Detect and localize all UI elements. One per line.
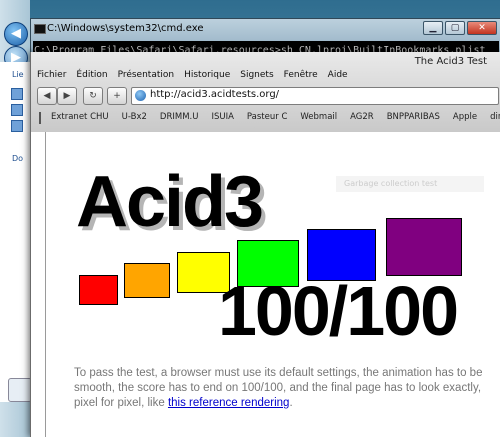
menu-help[interactable]: Aide <box>328 70 348 80</box>
safari-window: The Acid3 Test Fichier Édition Présentat… <box>30 52 500 437</box>
explorer-bottom-button[interactable] <box>8 378 32 402</box>
folder-icon[interactable] <box>11 104 23 116</box>
toolbar: ◀ ▶ ↻ + http://acid3.acidtests.org/ <box>37 85 499 107</box>
bookmark-item[interactable]: dir.c <box>490 110 500 126</box>
back-arrow-icon[interactable]: ◀ <box>4 22 28 46</box>
explorer-sidebar: Lie Do <box>0 62 31 402</box>
bookmark-item[interactable]: DRIMM.U <box>160 110 199 126</box>
folder-icon[interactable] <box>11 88 23 100</box>
bookmark-item[interactable]: AG2R <box>350 110 374 126</box>
url-text: http://acid3.acidtests.org/ <box>150 89 280 100</box>
explorer-label: Lie <box>12 70 24 79</box>
folder-icon[interactable] <box>11 120 23 132</box>
add-bookmark-button[interactable]: + <box>107 87 127 105</box>
reload-button[interactable]: ↻ <box>83 87 103 105</box>
globe-icon <box>135 90 146 101</box>
bookmarks-bar: Extranet CHU U-Bx2 DRIMM.U ISUIA Pasteur… <box>37 110 500 126</box>
safari-chrome: The Acid3 Test Fichier Édition Présentat… <box>31 52 500 132</box>
color-box-red <box>79 275 118 305</box>
back-button[interactable]: ◀ <box>37 87 57 105</box>
bookmark-item[interactable]: Extranet CHU <box>51 110 109 126</box>
bookmark-item[interactable]: U-Bx2 <box>122 110 147 126</box>
menu-edit[interactable]: Édition <box>76 70 107 80</box>
page-content: Garbage collection test Acid3 100/100 To… <box>45 132 500 437</box>
faded-status-text: Garbage collection test <box>336 176 484 192</box>
menu-view[interactable]: Présentation <box>118 70 175 80</box>
bookmark-item[interactable]: ISUIA <box>211 110 233 126</box>
menu-history[interactable]: Historique <box>184 70 230 80</box>
color-box-purple <box>386 218 462 276</box>
score-text: 100/100 <box>218 272 459 350</box>
maximize-button[interactable]: ▢ <box>445 21 465 35</box>
menu-window[interactable]: Fenêtre <box>284 70 318 80</box>
forward-button[interactable]: ▶ <box>57 87 77 105</box>
menu-bar: Fichier Édition Présentation Historique … <box>37 70 348 80</box>
page-heading: Acid3 <box>76 162 264 242</box>
bookmark-item[interactable]: Apple <box>453 110 477 126</box>
bookmark-item[interactable]: BNPPARIBAS <box>387 110 440 126</box>
minimize-button[interactable]: ▁ <box>423 21 443 35</box>
window-title: The Acid3 Test <box>414 56 487 67</box>
bookmark-item[interactable]: Pasteur C <box>247 110 287 126</box>
color-box-orange <box>124 263 170 298</box>
close-button[interactable]: ✕ <box>467 21 497 35</box>
description-end: . <box>289 397 293 409</box>
menu-bookmarks[interactable]: Signets <box>240 70 273 80</box>
explorer-label: Do <box>12 154 24 163</box>
menu-file[interactable]: Fichier <box>37 70 66 80</box>
book-icon[interactable] <box>39 112 41 124</box>
bookmark-item[interactable]: Webmail <box>300 110 337 126</box>
reference-rendering-link[interactable]: this reference rendering <box>168 397 289 409</box>
cmd-title: C:\Windows\system32\cmd.exe <box>47 23 204 34</box>
test-description: To pass the test, a browser must use its… <box>74 366 500 411</box>
console-icon <box>34 24 46 34</box>
address-bar[interactable]: http://acid3.acidtests.org/ <box>131 87 499 105</box>
